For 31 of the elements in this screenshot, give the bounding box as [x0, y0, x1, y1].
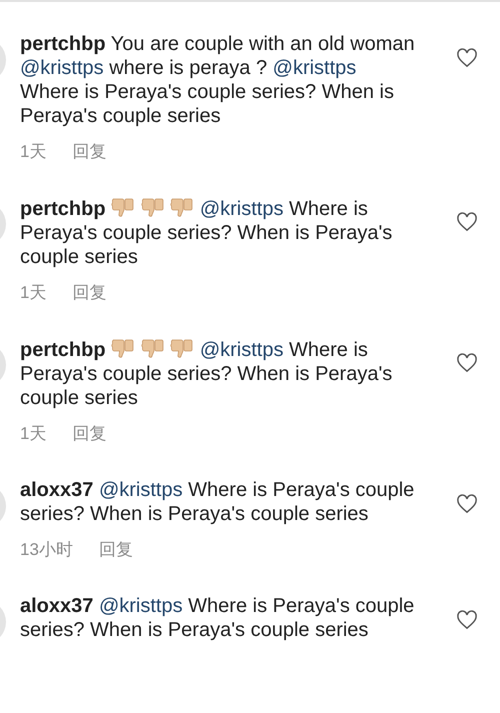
mention-link[interactable]: @kristtps — [20, 57, 104, 79]
comment-text: aloxx37 @kristtps Where is Peraya's couple series? When is Peraya's couple series — [20, 478, 416, 526]
comment-text: pertchbp You are couple with an old woman @kristtps where is peraya ? @kristtps Where is Peraya's couple series? When is Peraya's couple series — [20, 32, 416, 128]
mention-link[interactable]: @kristtps — [98, 479, 183, 501]
comment-text: aloxx37 @kristtps Where is Peraya's couple series? When is Peraya's couple series — [20, 594, 416, 642]
thumbs-down-icon — [111, 337, 136, 359]
heart-icon[interactable] — [456, 353, 478, 373]
thumbs-down-icon — [140, 337, 165, 359]
mention-link[interactable]: @kristtps — [200, 339, 284, 361]
comment-text: pertchbp @kristtps Where is Peraya's couple series? When is Peraya's couple series — [20, 337, 394, 410]
heart-icon[interactable] — [456, 212, 478, 232]
username-link[interactable]: pertchbp — [20, 198, 106, 220]
heart-icon[interactable] — [456, 48, 478, 68]
thumbs-down-icon — [170, 196, 194, 218]
thumbs-down-icon — [140, 196, 165, 218]
heart-icon[interactable] — [456, 610, 478, 630]
mention-link[interactable]: @kristtps — [200, 198, 284, 220]
comment-time: 1天 — [20, 142, 46, 162]
thumbs-down-icon — [170, 337, 194, 359]
username-link[interactable]: aloxx37 — [20, 479, 94, 501]
mention-link[interactable]: @kristtps — [98, 595, 183, 617]
mention-link[interactable]: @kristtps — [272, 57, 356, 79]
username-link[interactable]: pertchbp — [20, 33, 106, 55]
username-link[interactable]: pertchbp — [20, 339, 106, 361]
comment-text: pertchbp @kristtps Where is Peraya's couple series? When is Peraya's couple series — [20, 196, 394, 269]
heart-icon[interactable] — [456, 494, 478, 514]
comment-time: 1天 — [20, 424, 46, 444]
username-link[interactable]: aloxx37 — [20, 595, 94, 617]
comment-time: 13小时 — [20, 540, 73, 560]
thumbs-down-icon — [111, 196, 136, 218]
comment-time: 1天 — [20, 283, 46, 303]
